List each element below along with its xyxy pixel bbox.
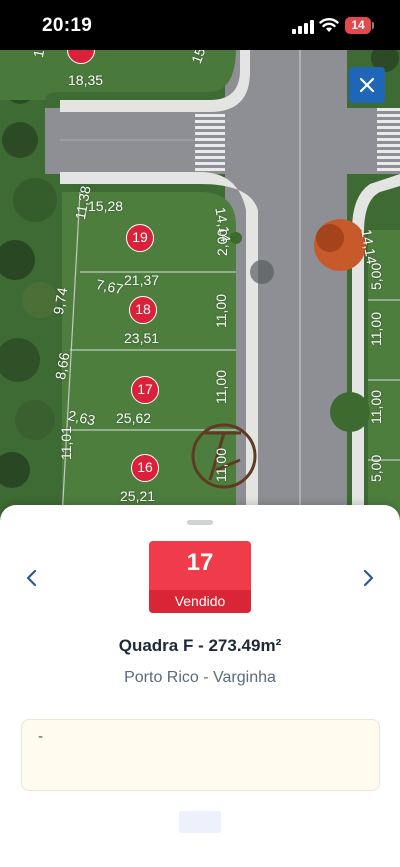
dimension-label: 2,00 [214,228,230,256]
dimension-label: 25,21 [120,488,156,504]
dimension-label: 21,37 [124,272,160,288]
lot-badge-16[interactable]: 16 [131,454,159,482]
lot-status-label: Vendido [149,590,251,613]
dimension-label: 18,35 [68,72,104,88]
dimension-label: 23,51 [124,330,160,346]
dimension-label: 5,00 [368,454,384,482]
previous-lot-button[interactable] [18,565,44,591]
lot-badge-18[interactable]: 18 [129,296,157,324]
signal-icon [292,20,314,34]
drag-handle[interactable] [187,520,213,525]
lot-location: Porto Rico - Varginha [124,669,276,686]
wifi-icon [319,18,339,32]
battery-level: 14 [345,17,371,34]
lot-badge-19[interactable]: 19 [126,224,154,252]
bottom-button[interactable] [179,811,221,833]
lot-badge-19-label: 19 [132,229,148,245]
chevron-left-icon [26,569,37,587]
lot-badge-17-label: 17 [137,381,153,397]
lot-status-card: 17 Vendido [149,541,251,613]
lot-map[interactable]: 18,3515,3210,715,2811,3814,147,6721,372,… [0,48,400,518]
dimension-label: 25,62 [116,410,152,426]
dimension-label: 11,00 [368,390,384,424]
chevron-right-icon [363,569,374,587]
status-bar: 20:19 14 [0,0,400,50]
dimension-label: 11,00 [213,448,229,482]
close-button[interactable] [349,67,385,103]
dimension-label: 5,00 [368,262,384,290]
next-lot-button[interactable] [356,565,382,591]
lot-details-sheet: 17 Vendido Quadra F - 273.49m² Porto Ric… [0,505,400,867]
lot-title: Quadra F - 273.49m² [118,636,282,655]
dimension-label: 11,00 [213,370,229,404]
notes-field[interactable]: - [21,719,380,791]
lot-badge-17[interactable]: 17 [131,376,159,404]
dimension-label: 11,00 [368,312,384,346]
close-icon [359,77,375,93]
status-time: 20:19 [42,15,93,36]
dimension-label: 11,01 [58,426,74,460]
lot-badge-18-label: 18 [135,301,151,317]
lot-badge-16-label: 16 [137,459,153,475]
dimension-label: 15,28 [88,198,124,214]
lot-number: 17 [186,549,214,576]
battery-icon: 14 [345,17,375,34]
dimension-label: 11,00 [213,294,229,328]
notes-text: - [38,728,43,745]
